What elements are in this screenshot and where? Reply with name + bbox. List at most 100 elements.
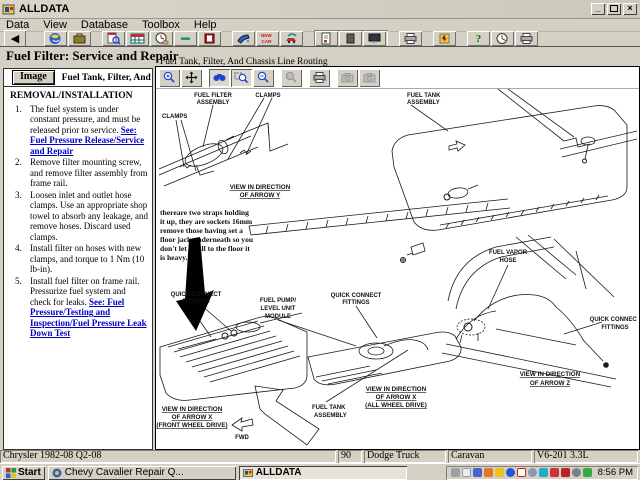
caption-view-y: VIEW IN DIRECTION <box>230 184 291 191</box>
menu-help[interactable]: Help <box>194 19 217 31</box>
tray-icon[interactable] <box>550 468 559 477</box>
svg-text:it up, they are sockets 16mm: it up, they are sockets 16mm <box>160 217 253 226</box>
car-repeat-button[interactable] <box>280 31 303 46</box>
step-number: 3. <box>15 190 24 243</box>
menu-database[interactable]: Database <box>81 19 128 31</box>
wash-button[interactable] <box>232 31 255 46</box>
bookmark-button[interactable] <box>433 31 456 46</box>
menu-data[interactable]: Data <box>6 19 29 31</box>
tsb-grid-button[interactable] <box>126 31 149 46</box>
tray-icon[interactable] <box>484 468 493 477</box>
system-tray: 8:56 PM <box>446 466 638 480</box>
help-button[interactable]: ? <box>467 31 490 46</box>
step-text: Remove filter mounting screw, and remove… <box>24 157 150 189</box>
task1-label: Chevy Cavalier Repair Q... <box>65 467 184 478</box>
svg-text:ASSEMBLY: ASSEMBLY <box>314 413 347 419</box>
zoom-disabled-icon <box>284 71 299 84</box>
task-alldata[interactable]: ALLDATA <box>239 466 407 480</box>
label-fuel-pump: FUEL PUMP/ <box>260 298 297 304</box>
pan-button[interactable] <box>181 69 202 87</box>
step-5: 5. Install fuel filter on frame rail. Pr… <box>10 276 150 339</box>
binoculars-icon <box>212 71 227 84</box>
label-fuel-vapor-hose: FUEL VAPOR <box>489 250 528 256</box>
task-chevy-cavalier[interactable]: Chevy Cavalier Repair Q... <box>48 466 236 480</box>
form-view-button[interactable] <box>339 31 362 46</box>
title-bar: ALLDATA _ × <box>0 0 640 19</box>
step-number: 1. <box>15 104 24 157</box>
label-qcf-mid: QUICK CONNECT <box>331 293 382 299</box>
task1-icon <box>52 468 62 478</box>
svg-text:floor jack underneath so you: floor jack underneath so you <box>160 235 254 244</box>
tray-icon[interactable] <box>528 468 537 477</box>
view-mode-group <box>314 30 388 47</box>
help-icon: ? <box>476 33 482 45</box>
tray-icon[interactable] <box>517 468 526 477</box>
tray-icon[interactable] <box>473 468 482 477</box>
app-icon <box>2 3 16 16</box>
step-number: 4. <box>15 243 24 275</box>
svg-text:FITTINGS: FITTINGS <box>601 325 628 331</box>
new-car-icon: NEWCAR <box>260 32 275 45</box>
book-button[interactable] <box>198 31 221 46</box>
tray-icon[interactable] <box>539 468 548 477</box>
document-view-button[interactable] <box>315 31 338 46</box>
print-image-button[interactable] <box>309 69 330 87</box>
new-car-button[interactable]: NEWCAR <box>256 31 279 46</box>
label-qcf-right: QUICK CONNECT <box>590 317 637 323</box>
monitor-view-button[interactable] <box>363 31 386 46</box>
status-vendor: Chrysler 1982-08 Q2-08 <box>0 450 336 463</box>
zoom-select-button[interactable] <box>231 69 252 87</box>
dash-button[interactable] <box>174 31 197 46</box>
procedure-panel: Image Fuel Tank, Filter, And Chassis L R… <box>3 68 153 450</box>
alldata-window: ALLDATA _ × Data View Database Toolbox H… <box>0 0 640 480</box>
back-button[interactable]: ◀ <box>4 30 26 47</box>
start-label: Start <box>18 467 41 478</box>
camera-prev-icon <box>340 71 355 84</box>
tray-icon[interactable] <box>572 468 581 477</box>
restore-icon <box>610 5 618 12</box>
menu-toolbox[interactable]: Toolbox <box>142 19 180 31</box>
svg-text:don't let it fall to the floor: don't let it fall to the floor it <box>160 244 250 253</box>
tray-icon[interactable] <box>506 468 515 477</box>
quickclock-button[interactable] <box>491 31 514 46</box>
svg-text:remove those having set a: remove those having set a <box>160 226 243 235</box>
grid-icon <box>130 32 145 45</box>
restore-button[interactable] <box>607 3 621 15</box>
step-text: Install filter on hoses with new clamps,… <box>24 243 150 275</box>
step-text: Loosen inlet and outlet hose clamps. Use… <box>24 190 150 243</box>
label-clamps-left: CLAMPS <box>162 114 187 120</box>
zoom-out-button[interactable] <box>253 69 274 87</box>
briefcase-button[interactable] <box>68 31 91 46</box>
caption-view-z: VIEW IN DIRECTION <box>520 371 581 378</box>
windows-logo-icon <box>6 468 16 478</box>
document-icon <box>319 32 334 45</box>
menu-view[interactable]: View <box>43 19 67 31</box>
tray-icon[interactable] <box>583 468 592 477</box>
close-button[interactable]: × <box>623 3 637 15</box>
fuel-system-diagram: FUEL FILTER ASSEMBLY CLAMPS CLAMPS VIEW … <box>156 89 637 447</box>
label-fuel-tank-assembly-bottom: FUEL TANK <box>312 405 346 411</box>
vehicle-search-button[interactable] <box>102 31 125 46</box>
label-fuel-tank-assembly-top: FUEL TANK <box>407 93 441 99</box>
label-fwd: FWD <box>235 435 249 441</box>
print-button[interactable] <box>399 31 422 46</box>
globe-button[interactable] <box>44 31 67 46</box>
svg-text:OF ARROW X: OF ARROW X <box>172 414 213 421</box>
tray-icon[interactable] <box>561 468 570 477</box>
car-arrow-icon <box>284 32 299 45</box>
tray-icon[interactable] <box>451 468 460 477</box>
svg-text:ASSEMBLY: ASSEMBLY <box>197 100 230 106</box>
history-clock-button[interactable] <box>150 31 173 46</box>
image-button[interactable]: Image <box>12 70 55 85</box>
image-toolbar <box>156 67 639 89</box>
tray-icon[interactable] <box>495 468 504 477</box>
tray-icon[interactable] <box>462 468 471 477</box>
pan-icon <box>184 71 199 84</box>
window-title: ALLDATA <box>19 3 69 15</box>
print2-button[interactable] <box>515 31 538 46</box>
minimize-button[interactable]: _ <box>591 3 605 15</box>
overview-button[interactable] <box>209 69 230 87</box>
zoom-in-button[interactable] <box>159 69 180 87</box>
start-button[interactable]: Start <box>2 466 45 480</box>
printer-icon <box>312 71 327 84</box>
